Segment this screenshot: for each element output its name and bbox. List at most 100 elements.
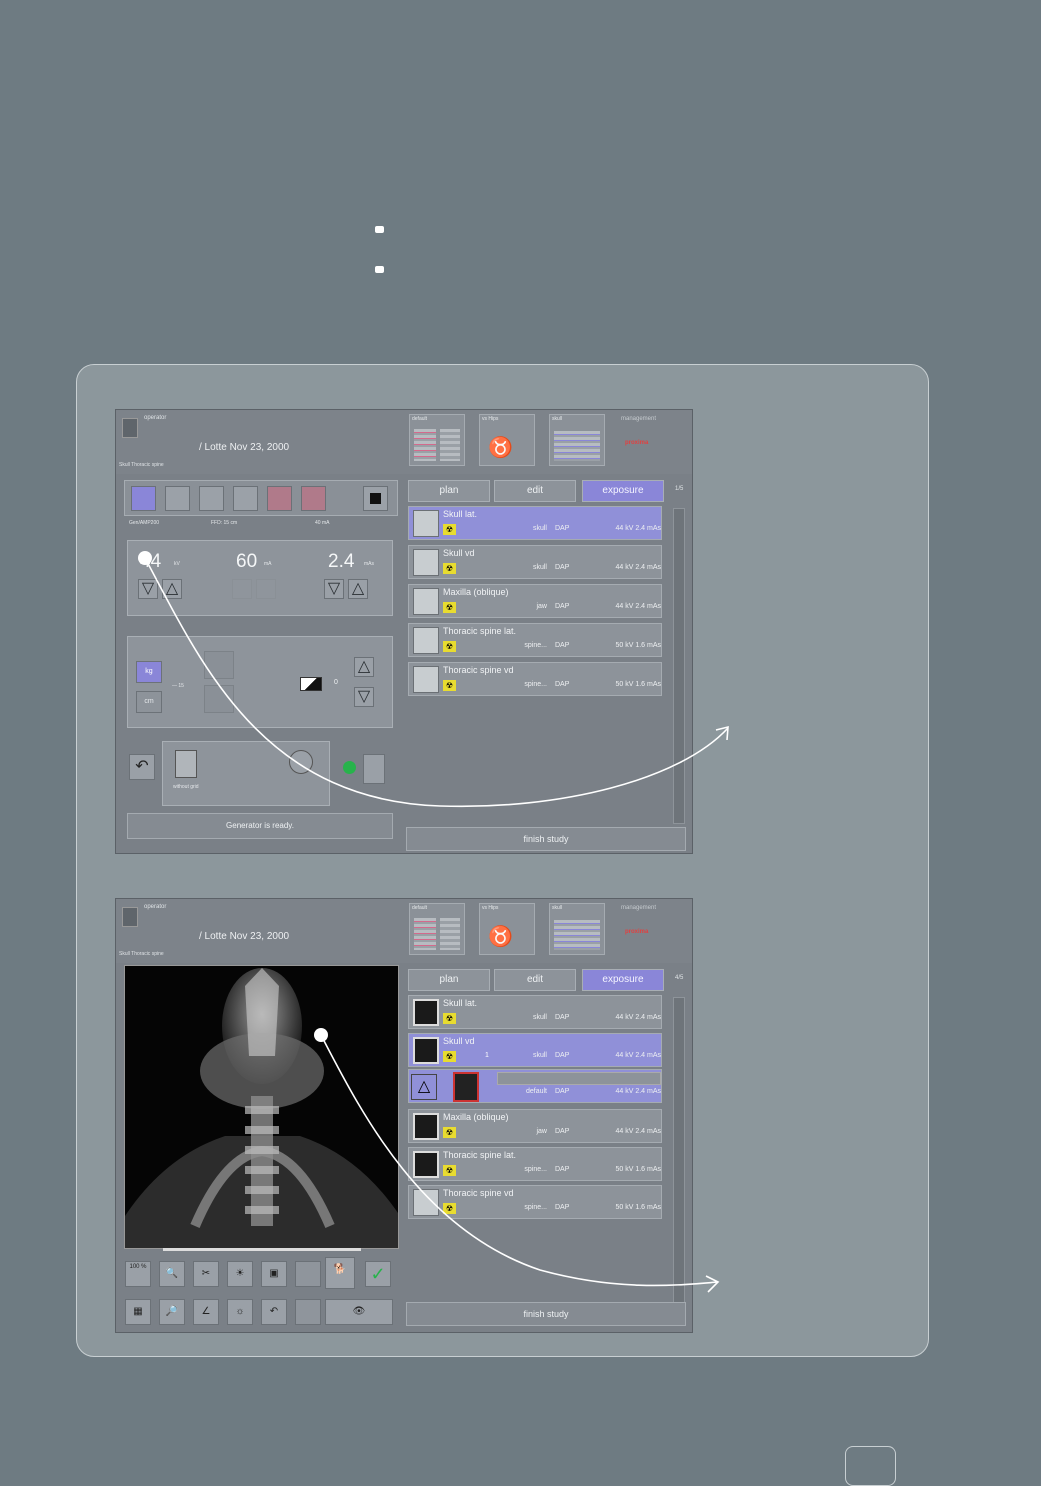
sub-image-thumbnail[interactable] [453, 1072, 479, 1102]
exam-thumbnail [413, 666, 439, 693]
exam-name: Skull lat. [443, 509, 478, 519]
exam-item[interactable]: Maxilla (oblique) ☢ jaw DAP 44 kV 2.4 mAs [408, 584, 662, 618]
mas-up-button[interactable]: △ [348, 579, 368, 599]
generator-status: Generator is ready. [127, 813, 393, 839]
ma-up-button[interactable] [256, 579, 276, 599]
exam-item[interactable]: Skull vd ☢ skull DAP 44 kV 2.4 mAs [408, 545, 662, 579]
operator-label: operator [144, 415, 167, 421]
sub-image-select[interactable] [497, 1072, 661, 1085]
image-review-screen: operator / Lotte Nov 23, 2000 Skull Thor… [115, 898, 693, 1333]
tab-exposure[interactable]: exposure [582, 480, 664, 502]
grid-view-icon[interactable]: ▦ [125, 1299, 151, 1325]
undo-icon[interactable]: ↶ [261, 1299, 287, 1325]
density-down-button[interactable]: ▽ [354, 687, 374, 707]
module-thumb-dog[interactable]: vs Hips ♉ [479, 903, 535, 955]
exam-name: Skull vd [443, 548, 475, 558]
dog-icon: ♉ [488, 926, 513, 948]
exam-name: Maxilla (oblique) [443, 1112, 509, 1122]
grid-icon[interactable] [267, 486, 292, 511]
density-value: 0 [334, 679, 338, 686]
measure-icon[interactable]: ∠ [193, 1299, 219, 1325]
exam-item[interactable]: Skull lat. ☢ skull DAP 44 kV 2.4 mAs [408, 506, 662, 540]
exam-region: jaw [536, 603, 547, 610]
handswitch-icon[interactable] [363, 754, 385, 784]
ma-value: 60 [236, 551, 258, 572]
exam-item[interactable]: Thoracic spine lat. ☢ spine... DAP 50 kV 1.6… [408, 1147, 662, 1181]
tab-edit[interactable]: edit [494, 969, 576, 991]
module-thumb-skull[interactable]: skull [549, 903, 605, 955]
brightness-icon[interactable]: ☀ [227, 1261, 253, 1287]
zoom-100-button[interactable]: 100 % [125, 1261, 151, 1287]
tab-plan[interactable]: plan [408, 969, 490, 991]
radiation-icon: ☢ [443, 1165, 456, 1176]
disabled-tool-icon [295, 1299, 321, 1325]
bullet-1 [375, 226, 384, 233]
positioning-icon[interactable] [175, 750, 197, 778]
detector-icon[interactable] [131, 486, 156, 511]
image-scrollbar[interactable] [163, 1248, 361, 1251]
module-thumb-default[interactable]: default [409, 903, 465, 955]
kv-up-button[interactable]: △ [162, 579, 182, 599]
management-label[interactable]: management [621, 905, 656, 911]
unit-kg-button[interactable]: kg [136, 661, 162, 683]
exam-item[interactable]: Thoracic spine lat. ☢ spine... DAP 50 kV 1.6… [408, 623, 662, 657]
tab-exposure[interactable]: exposure [582, 969, 664, 991]
exam-name: Thoracic spine vd [443, 665, 514, 675]
rotation-icon[interactable] [289, 750, 313, 774]
dog-icon: ♉ [488, 437, 513, 459]
module-thumb-default[interactable]: default [409, 414, 465, 466]
crop-icon[interactable]: ✂ [193, 1261, 219, 1287]
exam-item[interactable]: Skull lat. ☢ skull DAP 44 kV 2.4 mAs [408, 995, 662, 1029]
filter-icon[interactable] [301, 486, 326, 511]
kv-down-button[interactable]: ▽ [138, 579, 158, 599]
exam-thumbnail [413, 999, 439, 1026]
stop-icon[interactable] [363, 486, 388, 511]
contrast-icon[interactable]: ☼ [227, 1299, 253, 1325]
exam-item[interactable]: Thoracic spine vd ☢ spine... DAP 50 kV 1.6 m… [408, 1185, 662, 1219]
body-positions-icon[interactable]: 🐕 [325, 1257, 355, 1289]
list-scrollbar[interactable] [673, 508, 685, 824]
exam-region: skull [532, 1014, 547, 1021]
operator-icon[interactable] [122, 418, 138, 438]
ma-down-button[interactable] [232, 579, 252, 599]
mas-down-button[interactable]: ▽ [324, 579, 344, 599]
stand-icon[interactable] [233, 486, 258, 511]
undo-icon[interactable]: ↶ [129, 754, 155, 780]
disabled-tool-icon [295, 1261, 321, 1287]
weight-field[interactable] [204, 651, 234, 679]
exam-region: jaw [536, 1128, 547, 1135]
exam-dap: DAP [555, 564, 570, 571]
exam-item[interactable]: Skull vd ☢ 1 skull DAP 44 kV 2.4 mAs [408, 1033, 662, 1067]
exam-item[interactable]: △ default DAP 44 kV 2.4 mAs [408, 1069, 662, 1103]
accept-check-icon[interactable]: ✓ [365, 1261, 391, 1287]
exam-thumbnail [413, 1189, 439, 1216]
list-scrollbar[interactable] [673, 997, 685, 1313]
thickness-field[interactable] [204, 685, 234, 713]
page-counter: 1/5 [675, 486, 684, 492]
window-icon[interactable]: ▣ [261, 1261, 287, 1287]
module-thumb-dog[interactable]: vs Hips ♉ [479, 414, 535, 466]
zoom-out-icon[interactable]: 🔎 [159, 1299, 185, 1325]
unit-cm-button[interactable]: cm [136, 691, 162, 713]
finish-study-button[interactable]: finish study [406, 827, 686, 851]
recycle-icon[interactable]: △ [411, 1074, 437, 1100]
finish-study-button[interactable]: finish study [406, 1302, 686, 1326]
eye-icon[interactable]: 👁 [325, 1299, 393, 1325]
exam-item[interactable]: Thoracic spine vd ☢ spine... DAP 50 kV 1.6 m… [408, 662, 662, 696]
operator-icon[interactable] [122, 907, 138, 927]
zoom-in-icon[interactable]: 🔍 [159, 1261, 185, 1287]
tube-icon[interactable] [199, 486, 224, 511]
xray-image[interactable] [124, 965, 399, 1249]
technique-label: without grid [173, 784, 199, 790]
exam-thumbnail [413, 1151, 439, 1178]
exam-item[interactable]: Maxilla (oblique) ☢ jaw DAP 44 kV 2.4 mAs [408, 1109, 662, 1143]
thickness-label: — 15 [172, 683, 184, 689]
density-up-button[interactable]: △ [354, 657, 374, 677]
tab-edit[interactable]: edit [494, 480, 576, 502]
tab-plan[interactable]: plan [408, 480, 490, 502]
exam-thumbnail [413, 510, 439, 537]
table-icon[interactable] [165, 486, 190, 511]
module-thumb-skull[interactable]: skull [549, 414, 605, 466]
management-label[interactable]: management [621, 416, 656, 422]
radiation-icon: ☢ [443, 524, 456, 535]
